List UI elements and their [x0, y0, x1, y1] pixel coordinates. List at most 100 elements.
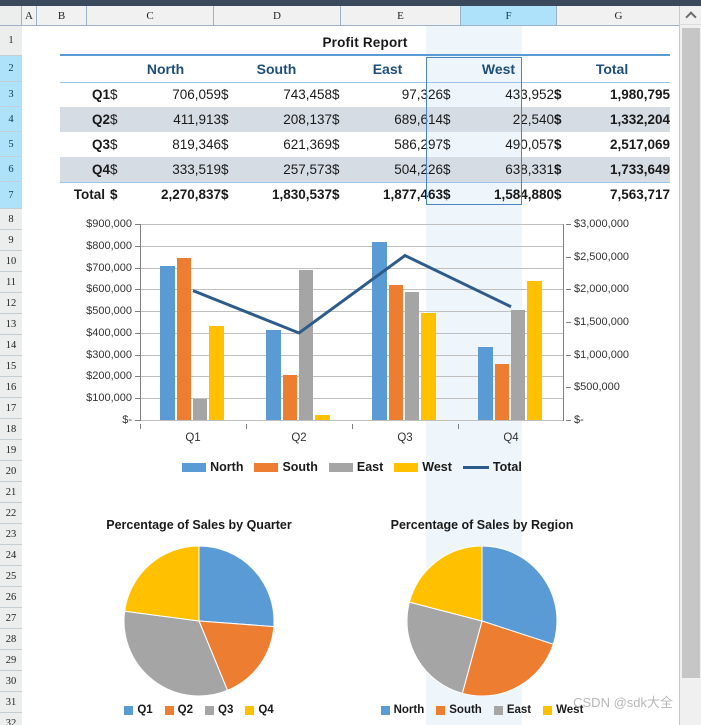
scroll-up-button[interactable] [680, 6, 701, 25]
row-header-25[interactable]: 25 [0, 566, 22, 587]
row-header-7[interactable]: 7 [0, 182, 22, 209]
row-header-21[interactable]: 21 [0, 482, 22, 503]
total-line-series [192, 253, 512, 335]
cell-q2-west: 22,540 [459, 107, 554, 132]
row-header-28[interactable]: 28 [0, 629, 22, 650]
scrollbar-thumb[interactable] [682, 28, 700, 678]
y-axis-tick-right: $- [574, 414, 584, 426]
y-axis-tick-left: $- [122, 414, 132, 426]
row-header-6[interactable]: 6 [0, 157, 22, 182]
cell-q4-north: 333,519 [126, 157, 221, 182]
legend-label: North [393, 704, 425, 716]
cell-q4-east: 504,226 [348, 157, 443, 182]
row-header-11[interactable]: 11 [0, 272, 22, 293]
cell-total-north-currency: $ [110, 181, 126, 207]
y-axis-tick-left: $100,000 [86, 392, 132, 405]
cell-q4-west: 638,331 [459, 157, 554, 182]
gridline [140, 420, 564, 421]
row-header-20[interactable]: 20 [0, 461, 22, 482]
row-header-4[interactable]: 4 [0, 107, 22, 132]
legend-color-swatch [380, 705, 390, 715]
table-row[interactable]: Q2 $411,913 $208,137 $689,614 $22,540 $1,332,… [60, 107, 671, 132]
row-header-23[interactable]: 23 [0, 524, 22, 545]
legend-label: East [506, 704, 532, 716]
x-axis-label-q2: Q2 [291, 432, 307, 444]
tick-mark-left [135, 332, 140, 334]
tick-mark-right [566, 289, 571, 291]
tick-mark-right [566, 224, 571, 225]
cell-grand-total-currency: $ [554, 181, 570, 207]
row-header-26[interactable]: 26 [0, 587, 22, 608]
row-header-2[interactable]: 2 [0, 56, 22, 82]
pie-chart-quarter[interactable]: Percentage of Sales by Quarter Q1 Q2 Q3 Q4 [64, 518, 334, 725]
spreadsheet-window: ABCDEFG 1 2 3 4 5 6 7 8 9 10 11 12 13 14 15 16 17 18 19 20 2… [0, 0, 701, 725]
legend-item-q4: Q4 [245, 704, 274, 716]
tick-mark-right [566, 322, 571, 323]
legend-label: South [282, 460, 318, 474]
column-header-c[interactable]: C [87, 6, 214, 25]
tick-mark-x [246, 424, 247, 429]
y-axis-tick-left: $500,000 [86, 305, 132, 318]
column-header-g[interactable]: G [557, 6, 681, 25]
cell-q1-west: 433,952 [505, 87, 554, 103]
column-header-d[interactable]: D [214, 6, 341, 25]
vertical-scrollbar[interactable] [679, 6, 701, 725]
legend-label: West [422, 460, 452, 474]
cell-q2-west-currency: $ [443, 107, 459, 132]
profit-report-table: Profit Report North South East West Tota… [60, 30, 671, 207]
column-header-f[interactable]: F [461, 6, 557, 25]
bar-chart[interactable]: $- $100,000 $200,000 $300,000 $400,000 $500,0… [62, 216, 662, 496]
cell-q4-total: 1,733,649 [570, 157, 671, 182]
legend-line-swatch [462, 465, 489, 469]
cell-total-east-currency: $ [332, 181, 348, 207]
row-header-16[interactable]: 16 [0, 377, 22, 398]
legend-item-south: South [436, 704, 482, 716]
tick-mark-x [458, 424, 459, 429]
legend-item-north: North [380, 704, 425, 716]
column-header-a[interactable]: A [22, 6, 37, 25]
pie-svg [406, 545, 558, 697]
row-header-8[interactable]: 8 [0, 209, 22, 230]
row-header-14[interactable]: 14 [0, 335, 22, 356]
row-header-18[interactable]: 18 [0, 419, 22, 440]
row-header-32[interactable]: 32 [0, 713, 22, 725]
row-header-9[interactable]: 9 [0, 230, 22, 251]
x-axis-label-q4: Q4 [503, 432, 519, 444]
row-header-1[interactable]: 1 [0, 26, 22, 56]
row-header-19[interactable]: 19 [0, 440, 22, 461]
row-label-q2: Q2 [60, 107, 110, 132]
report-title-row: Profit Report [60, 30, 670, 55]
legend-item-total: Total [462, 460, 522, 474]
tick-mark-left [135, 289, 140, 291]
column-header-e[interactable]: E [341, 6, 461, 25]
row-header-3[interactable]: 3 [0, 82, 22, 107]
cell-q3-south-currency: $ [221, 137, 229, 152]
row-header-29[interactable]: 29 [0, 650, 22, 671]
legend-label: East [356, 460, 384, 474]
row-header-strip: 1 2 3 4 5 6 7 8 9 10 11 12 13 14 15 16 17 18 19 20 21 22 23 24 2… [0, 26, 22, 725]
table-total-row[interactable]: Total $2,270,837 $1,830,537 $1,877,463 $1,58… [60, 181, 671, 207]
legend-color-swatch [245, 705, 255, 715]
cell-q4-north-currency: $ [110, 157, 126, 182]
row-header-24[interactable]: 24 [0, 545, 22, 566]
row-header-5[interactable]: 5 [0, 132, 22, 157]
sheet-grid[interactable]: Profit Report North South East West Tota… [22, 26, 679, 725]
select-all-corner[interactable] [0, 6, 22, 25]
row-header-31[interactable]: 31 [0, 692, 22, 713]
row-header-17[interactable]: 17 [0, 398, 22, 419]
x-axis-label-q3: Q3 [397, 432, 413, 444]
table-row[interactable]: Q3 $819,346 $621,369 $586,297 $490,057 $2,517… [60, 132, 670, 157]
row-header-15[interactable]: 15 [0, 356, 22, 377]
column-header-b[interactable]: B [37, 6, 87, 25]
row-header-22[interactable]: 22 [0, 503, 22, 524]
table-row[interactable]: Q4 $333,519 $257,573 $504,226 $638,331 $1,733… [60, 157, 671, 182]
table-row[interactable]: Q1 $706,059 $743,458 $97,326 $433,952 $1,980,… [60, 82, 670, 107]
cell-q2-south-currency: $ [221, 107, 237, 132]
row-header-13[interactable]: 13 [0, 314, 22, 335]
row-header-12[interactable]: 12 [0, 293, 22, 314]
y-axis-tick-left: $700,000 [86, 261, 132, 274]
row-header-27[interactable]: 27 [0, 608, 22, 629]
row-header-10[interactable]: 10 [0, 251, 22, 272]
row-header-30[interactable]: 30 [0, 671, 22, 692]
header-east: East [332, 54, 443, 83]
